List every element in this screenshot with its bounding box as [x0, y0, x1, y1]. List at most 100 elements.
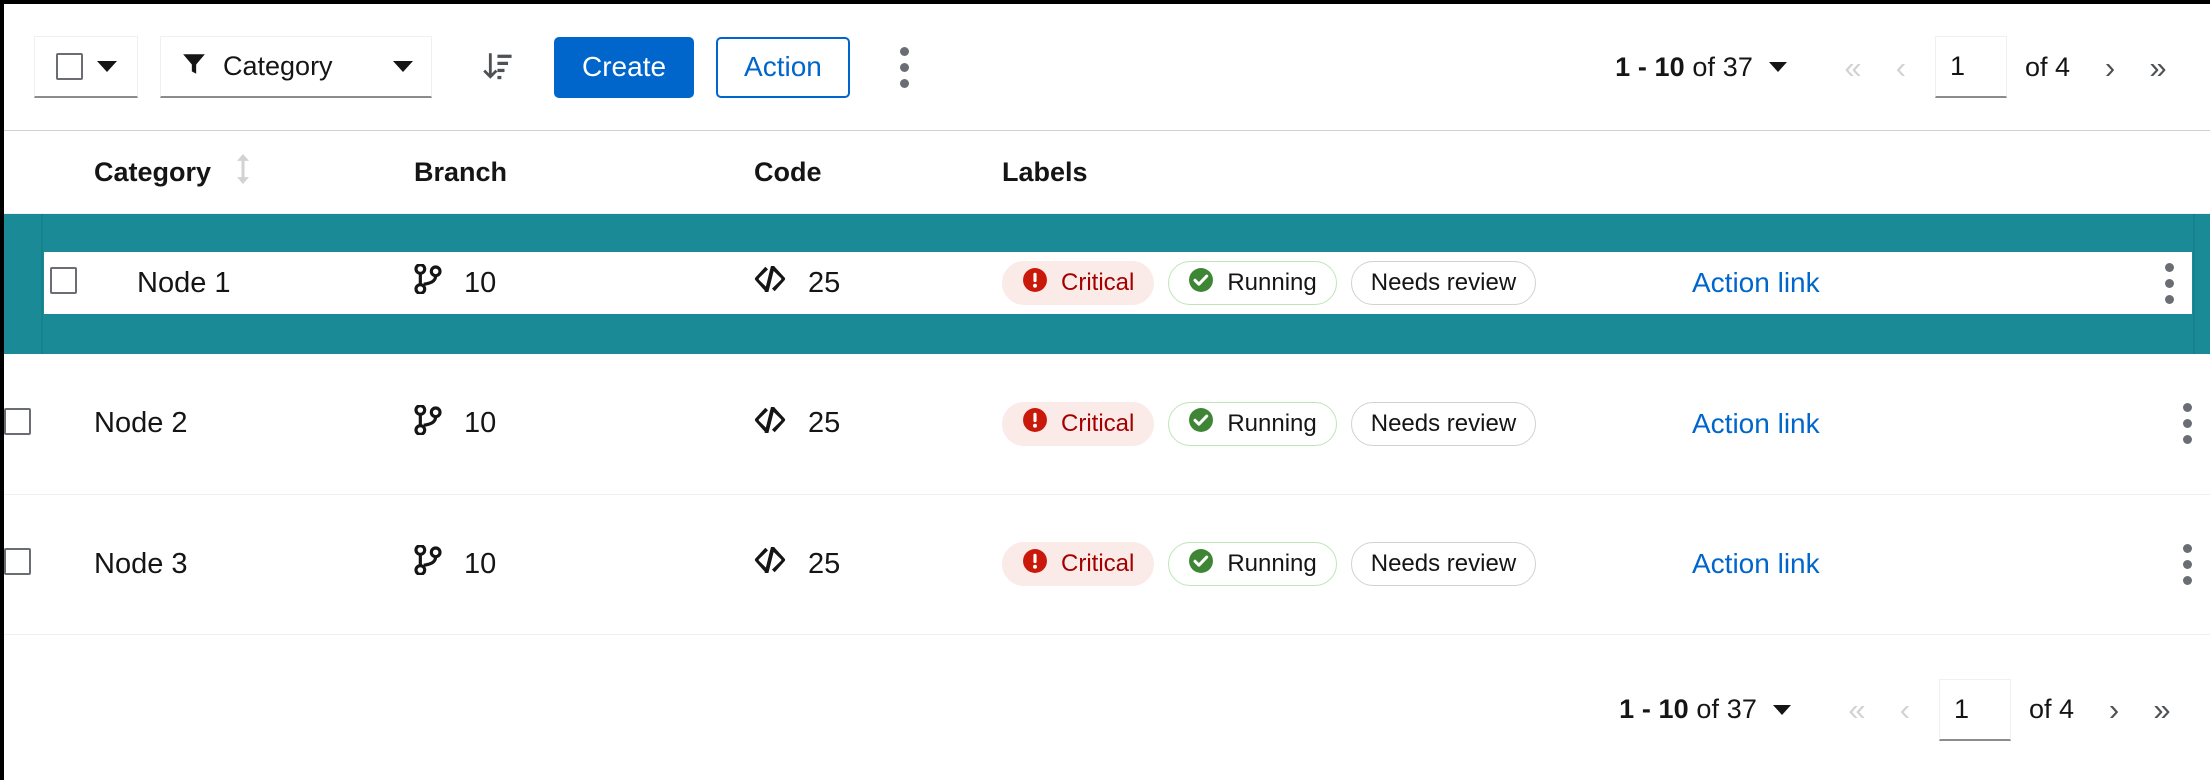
row-action-link[interactable]: Action link [1692, 408, 1820, 439]
chevron-down-icon [1768, 62, 1787, 72]
bulk-select-dropdown[interactable] [34, 36, 138, 98]
chevron-down-icon [96, 61, 117, 72]
first-page-button[interactable]: « [1829, 41, 1877, 93]
page-number-input[interactable] [1938, 678, 2011, 741]
label-critical[interactable]: Critical [1002, 261, 1155, 305]
first-page-button[interactable]: « [1833, 684, 1881, 736]
row-action-link[interactable]: Action link [1692, 267, 1820, 298]
header-code-label: Code [754, 156, 822, 187]
table-head: Category Branch Code Labels [4, 131, 2210, 214]
row-category: Node 3 [94, 547, 188, 580]
label-critical-text: Critical [1061, 550, 1135, 577]
next-page-button[interactable]: › [2086, 41, 2134, 93]
header-labels-label: Labels [1002, 156, 1088, 187]
bulk-select-checkbox[interactable] [55, 53, 83, 80]
row-code: 25 [754, 354, 1002, 494]
exclamation-circle-icon [1022, 267, 1048, 300]
data-table-page: Category Create Action 1 - 10 of 37 « ‹ … [0, 0, 2210, 780]
category-filter-dropdown[interactable]: Category [160, 36, 432, 98]
row-code-value: 25 [808, 266, 841, 299]
row-branch-value: 10 [464, 266, 497, 299]
top-pagination-nav: « ‹ of 4 › » [1829, 36, 2182, 98]
row-labels: Critical Running Needs review [1002, 494, 1692, 634]
previous-page-button[interactable]: ‹ [1877, 41, 1925, 93]
code-icon [754, 265, 786, 300]
top-pagination: 1 - 10 of 37 « ‹ of 4 › » [1615, 36, 2182, 98]
row-code: 25 [754, 494, 1002, 634]
last-page-button[interactable]: » [2134, 41, 2182, 93]
table-body: Node 1 10 25 Critical Running Needs revi… [4, 214, 2210, 634]
label-critical-text: Critical [1061, 269, 1135, 296]
label-needs-review-text: Needs review [1370, 409, 1517, 437]
data-table: Category Branch Code Labels Node 1 10 25… [4, 131, 2210, 635]
row-overflow-cell [2122, 251, 2192, 315]
row-branch-value: 10 [464, 547, 497, 580]
row-select-cell [44, 267, 94, 299]
table-row[interactable]: Node 1 10 25 Critical Running Needs revi… [4, 214, 2210, 354]
top-pagination-options-toggle[interactable]: 1 - 10 of 37 [1615, 52, 1787, 83]
create-button[interactable]: Create [554, 36, 695, 98]
label-critical[interactable]: Critical [1002, 401, 1155, 446]
sort-button[interactable] [470, 41, 522, 93]
bottom-pagination-range: 1 - 10 [1619, 694, 1689, 724]
row-overflow-kebab-icon[interactable] [2146, 251, 2192, 315]
row-checkbox[interactable] [50, 267, 77, 294]
row-checkbox[interactable] [4, 407, 31, 435]
label-running[interactable]: Running [1168, 261, 1337, 305]
table-row[interactable]: Node 2 10 25 Critical Running Needs revi… [4, 354, 2210, 494]
page-total-label: of 4 [2028, 694, 2074, 724]
action-button[interactable]: Action [716, 36, 850, 98]
row-branch: 10 [414, 494, 754, 634]
header-code: Code [754, 131, 1002, 214]
next-page-button[interactable]: › [2090, 684, 2138, 736]
header-branch-label: Branch [414, 156, 508, 187]
header-labels: Labels [1002, 131, 1692, 214]
selected-row-gutter [4, 214, 43, 354]
label-critical[interactable]: Critical [1002, 542, 1155, 586]
row-overflow-kebab-icon[interactable] [2164, 392, 2210, 456]
label-running[interactable]: Running [1168, 401, 1337, 446]
label-needs-review[interactable]: Needs review [1350, 542, 1537, 586]
row-action-cell: Action link [1692, 354, 2140, 494]
row-code: 25 [754, 265, 1002, 300]
previous-page-button[interactable]: ‹ [1881, 684, 1929, 736]
filter-funnel-icon [181, 51, 207, 82]
label-running[interactable]: Running [1168, 542, 1337, 586]
row-select-cell [4, 354, 94, 494]
header-branch: Branch [414, 131, 754, 214]
table-header-row: Category Branch Code Labels [4, 131, 2210, 214]
row-code-value: 25 [808, 407, 841, 440]
top-pagination-total: of 37 [1692, 51, 1753, 82]
row-checkbox[interactable] [4, 548, 31, 575]
label-running-text: Running [1227, 550, 1317, 577]
label-needs-review[interactable]: Needs review [1350, 401, 1537, 446]
check-circle-icon [1188, 267, 1214, 300]
row-overflow-kebab-icon[interactable] [2164, 532, 2210, 596]
label-needs-review[interactable]: Needs review [1350, 261, 1537, 305]
row-action-cell: Action link [1692, 494, 2140, 634]
toolbar-overflow-kebab-icon[interactable] [880, 38, 930, 96]
row-action-link[interactable]: Action link [1692, 548, 1820, 579]
row-overflow-cell [2140, 354, 2210, 494]
sort-arrows-icon[interactable] [233, 153, 253, 191]
header-category[interactable]: Category [94, 131, 414, 214]
page-total-label: of 4 [2024, 51, 2070, 82]
table-row[interactable]: Node 3 10 25 Critical Running Needs revi… [4, 494, 2210, 634]
row-overflow-cell [2140, 494, 2210, 634]
header-select-cell [4, 131, 94, 214]
row-category: Node 2 [94, 407, 188, 440]
table-row-selected-cell: Node 1 10 25 Critical Running Needs revi… [4, 214, 2210, 354]
label-critical-text: Critical [1061, 409, 1135, 437]
page-number-input[interactable] [1934, 36, 2007, 98]
header-category-label: Category [94, 156, 212, 187]
exclamation-circle-icon [1022, 548, 1048, 581]
label-running-text: Running [1227, 269, 1317, 296]
row-action-cell: Action link [1692, 267, 2122, 299]
label-running-text: Running [1227, 409, 1317, 437]
row-branch: 10 [414, 263, 754, 302]
header-action [1692, 131, 2140, 214]
last-page-button[interactable]: » [2138, 684, 2186, 736]
bottom-pagination-options-toggle[interactable]: 1 - 10 of 37 [1619, 694, 1791, 725]
top-pagination-summary: 1 - 10 of 37 [1615, 52, 1753, 83]
row-code-value: 25 [808, 547, 841, 580]
